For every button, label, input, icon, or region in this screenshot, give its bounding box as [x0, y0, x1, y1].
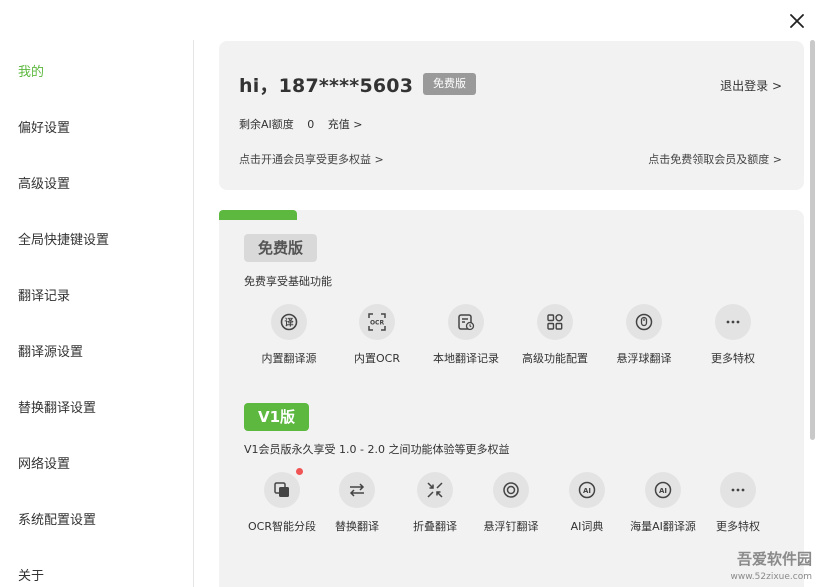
settings-window: 我的 偏好设置 高级设置 全局快捷键设置 翻译记录 翻译源设置 替换翻译设置 网…: [0, 0, 822, 587]
feature-local-history[interactable]: 本地翻译记录: [418, 304, 514, 366]
collapse-icon: [427, 482, 443, 498]
tier-v1-desc: V1会员版永久享受 1.0 - 2.0 之间功能体验等更多权益: [244, 443, 510, 456]
feature-label: 悬浮球翻译: [616, 352, 672, 365]
svg-text:AI: AI: [583, 487, 591, 495]
ai-quota: 剩余AI额度 0 充值 >: [239, 116, 373, 132]
feature-label: 更多特权: [711, 352, 755, 365]
feature-label: 更多特权: [716, 520, 760, 533]
ai-sources-icon: AI: [654, 481, 672, 499]
sidebar-item-sources[interactable]: 翻译源设置: [18, 341, 83, 360]
plan-badge: 免费版: [423, 73, 476, 95]
watermark-text: 吾爱软件园: [736, 550, 812, 568]
logout-link[interactable]: 退出登录 >: [720, 77, 782, 94]
svg-text:译: 译: [284, 317, 294, 329]
scrollbar-thumb[interactable]: [810, 40, 815, 440]
sidebar-item-preferences[interactable]: 偏好设置: [18, 117, 70, 136]
feature-more-free[interactable]: 更多特权: [685, 304, 781, 366]
feature-builtin-sources[interactable]: 译 内置翻译源: [241, 304, 337, 366]
free-vip-link[interactable]: 点击免费领取会员及额度 >: [648, 151, 782, 167]
next-tier-badge: [219, 210, 297, 220]
svg-text:OCR: OCR: [370, 320, 385, 327]
recharge-link[interactable]: 充值 >: [328, 118, 363, 131]
more-icon: [726, 320, 740, 324]
pin-icon: [503, 482, 519, 498]
sidebar-item-mine[interactable]: 我的: [18, 61, 44, 80]
apps-icon: [547, 314, 563, 330]
close-button[interactable]: [786, 10, 808, 32]
feature-float-ball[interactable]: 悬浮球翻译: [596, 304, 692, 366]
ai-quota-label: 剩余AI额度: [239, 118, 294, 131]
benefits-card: 免费版 免费享受基础功能 译 内置翻译源 OCR 内置OCR 本地翻译记录 高级…: [219, 210, 804, 587]
sidebar-item-network[interactable]: 网络设置: [18, 453, 70, 472]
sidebar-item-advanced[interactable]: 高级设置: [18, 173, 70, 192]
swap-icon: [349, 483, 365, 497]
tier-free-badge: 免费版: [244, 234, 318, 262]
tier-v1-badge: V1版: [244, 403, 310, 431]
more-icon: [731, 488, 745, 492]
feature-advanced-config[interactable]: 高级功能配置: [507, 304, 603, 366]
close-icon: [790, 14, 804, 28]
sidebar-item-history[interactable]: 翻译记录: [18, 285, 70, 304]
float-ball-icon: [635, 313, 653, 331]
user-greeting: hi，187****5603: [239, 75, 414, 97]
translate-icon: 译: [280, 313, 298, 331]
feature-label: 本地翻译记录: [433, 352, 499, 365]
ai-icon: AI: [578, 481, 596, 499]
feature-label: 高级功能配置: [522, 352, 588, 365]
watermark: 吾爱软件园 www.52zixue.com: [688, 539, 818, 585]
user-card: hi，187****5603 免费版 退出登录 > 剩余AI额度 0 充值 > …: [219, 41, 804, 190]
ai-quota-value: 0: [307, 118, 315, 131]
sidebar-item-system[interactable]: 系统配置设置: [18, 509, 96, 528]
ocr-icon: OCR: [368, 313, 386, 331]
scrollbar[interactable]: [810, 40, 816, 560]
svg-text:AI: AI: [659, 487, 667, 495]
sidebar-item-hotkeys[interactable]: 全局快捷键设置: [18, 229, 109, 248]
watermark-url: www.52zixue.com: [730, 572, 812, 582]
feature-more-v1[interactable]: 更多特权: [690, 472, 786, 534]
sidebar: 我的 偏好设置 高级设置 全局快捷键设置 翻译记录 翻译源设置 替换翻译设置 网…: [0, 40, 194, 587]
sidebar-item-about[interactable]: 关于: [18, 565, 44, 584]
tier-free-desc: 免费享受基础功能: [244, 275, 332, 288]
feature-label: 内置OCR: [354, 352, 400, 365]
feature-label: 内置翻译源: [261, 352, 317, 365]
feature-builtin-ocr[interactable]: OCR 内置OCR: [329, 304, 425, 366]
sidebar-item-replace[interactable]: 替换翻译设置: [18, 397, 96, 416]
open-vip-link[interactable]: 点击开通会员享受更多权益 >: [239, 151, 384, 167]
history-icon: [458, 314, 475, 331]
ocr-segment-icon: [274, 482, 289, 497]
notification-dot: [296, 468, 303, 475]
